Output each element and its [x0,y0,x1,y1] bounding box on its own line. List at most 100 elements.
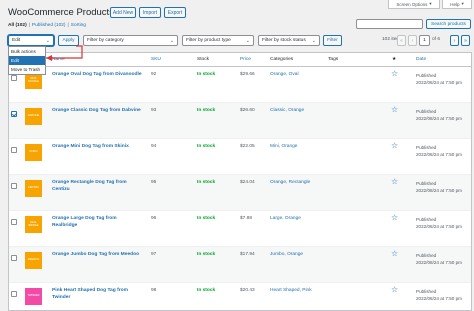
annotation-arrow [46,45,83,61]
product-price: $20.43 [240,288,255,293]
column-sku[interactable]: SKU [151,57,161,62]
featured-star-icon[interactable]: ☆ [391,70,398,78]
product-thumbnail[interactable]: DABVINE [25,108,42,125]
chevron-down-icon: ▾ [429,1,432,6]
next-page-button[interactable]: › [450,35,459,46]
product-categories[interactable]: Jumbo, Orange [270,252,303,257]
table-row[interactable]: TWINDER Pink Heart Shaped Dog Tag from Tw… [9,283,471,311]
row-checkbox[interactable] [11,291,17,297]
table-row[interactable]: MEEDOO Orange Jumbo Dog Tag from Meedoo 97… [9,247,471,283]
product-sku: 93 [151,108,157,113]
row-checkbox[interactable] [11,255,17,261]
search-products-button[interactable]: Search products [426,19,471,29]
screen-options-tab[interactable]: Screen Options ▾ [388,0,440,9]
product-thumbnail[interactable]: MEEDOO [25,252,42,269]
table-row[interactable]: DABVINE Orange Classic Dog Tag from Dabvi… [9,103,471,139]
product-name-link[interactable]: Orange Jumbo Dog Tag from Meedoo [52,251,142,258]
column-date[interactable]: Date [416,57,426,62]
prev-page-button[interactable]: ‹ [408,35,417,46]
publish-status: Published [416,109,437,114]
product-categories[interactable]: Classic, Orange [270,108,304,113]
thumbnail-brand-text: REAL BRIDGE [28,220,39,227]
table-row[interactable]: DIVA NOODLE Orange Oval Dog Tag from Diva… [9,67,471,103]
publish-datetime: 2022/08/24 at 7:50 pm [416,116,462,121]
last-page-button[interactable]: » [461,35,470,46]
bulk-option-bulk-actions[interactable]: Bulk actions [9,47,45,56]
product-categories[interactable]: Heart Shaped, Pink [270,288,312,293]
product-price: $24.04 [240,180,255,185]
current-page-input[interactable]: 1 [419,35,430,46]
product-sku: 92 [151,72,157,77]
filter-button[interactable]: Filter [323,35,342,46]
products-table: Name SKU Stock Price Categories Tags ★ D… [8,52,472,311]
product-categories[interactable]: Orange, Oval [270,72,299,77]
table-row[interactable]: CENTIZU Orange Rectangle Dog Tag from Cen… [9,175,471,211]
featured-star-icon[interactable]: ☆ [391,142,398,150]
product-categories[interactable]: Mini, Orange [270,144,297,149]
chevron-down-icon: ⌄ [245,38,250,44]
bulk-option-move-to-trash[interactable]: Move to Trash [9,65,45,74]
product-price: $26.60 [240,108,255,113]
product-thumbnail[interactable]: SKINIX [25,144,42,161]
publish-status: Published [416,181,437,186]
row-checkbox[interactable] [11,147,17,153]
product-sku: 97 [151,252,157,257]
featured-star-icon[interactable]: ☆ [391,178,398,186]
product-name-link[interactable]: Orange Oval Dog Tag from Divanoodle [52,71,142,78]
table-row[interactable]: SKINIX Orange Mini Dog Tag from Skinix 94 I… [9,139,471,175]
row-checkbox[interactable] [11,183,17,189]
import-button[interactable]: Import [139,7,161,18]
product-type-filter-select[interactable]: Filter by product type ⌄ [182,35,254,46]
row-checkbox[interactable] [11,111,17,117]
product-name-link[interactable]: Pink Heart Shaped Dog Tag from Twinder [52,287,142,301]
product-thumbnail[interactable]: CENTIZU [25,180,42,197]
publish-status: Published [416,145,437,150]
featured-star-icon[interactable]: ☆ [391,214,398,222]
publish-date: Published 2022/08/24 at 7:50 pm [416,144,472,158]
product-sku: 96 [151,216,157,221]
stock-status-filter-select[interactable]: Filter by stock status ⌄ [258,35,320,46]
page-title: WooCommerce Products [8,7,114,18]
product-thumbnail[interactable]: TWINDER [25,288,42,305]
featured-star-icon[interactable]: ☆ [391,106,398,114]
screen-options-label: Screen Options [396,1,428,7]
featured-star-icon[interactable]: ☆ [391,250,398,258]
product-price: $22.05 [240,144,255,149]
product-name-link[interactable]: Orange Mini Dog Tag from Skinix [52,143,142,150]
product-name-link[interactable]: Orange Large Dog Tag from Realbridge [52,215,142,229]
product-name-link[interactable]: Orange Rectangle Dog Tag from Centizu [52,179,142,193]
row-checkbox[interactable] [11,219,17,225]
view-published[interactable]: Published (102) [32,23,66,28]
view-sorting[interactable]: Sorting [71,23,86,28]
product-name-link[interactable]: Orange Classic Dog Tag from Dabvine [52,107,142,114]
search-input[interactable] [356,19,423,29]
featured-star-icon[interactable]: ☆ [391,286,398,294]
product-categories[interactable]: Orange, Rectangle [270,180,310,185]
product-sku: 98 [151,288,157,293]
bulk-option-edit[interactable]: Edit [9,56,45,65]
product-thumbnail[interactable]: REAL BRIDGE [25,216,42,233]
stock-status: In stock [197,72,216,77]
product-categories[interactable]: Large, Orange [270,216,301,221]
stock-status: In stock [197,108,216,113]
export-button[interactable]: Export [164,7,186,18]
add-new-button[interactable]: Add New [110,7,136,18]
product-sku: 94 [151,144,157,149]
first-page-button[interactable]: « [397,35,406,46]
page-total: of 6 [432,37,441,42]
category-filter-value: Filter by category [87,38,124,43]
publish-datetime: 2022/08/24 at 7:50 pm [416,80,462,85]
stock-status: In stock [197,288,216,293]
column-price[interactable]: Price [240,57,251,62]
help-tab[interactable]: Help ▾ [442,0,472,9]
stock-status: In stock [197,144,216,149]
view-separator: | [28,23,30,28]
publish-status: Published [416,289,437,294]
column-featured-star-icon[interactable]: ★ [392,57,396,62]
publish-date: Published 2022/08/24 at 7:50 pm [416,180,472,194]
table-row[interactable]: REAL BRIDGE Orange Large Dog Tag from Rea… [9,211,471,247]
row-checkbox[interactable] [11,75,17,81]
bulk-actions-dropdown: Bulk actions Edit Move to Trash [8,46,46,75]
chevron-down-icon: ▾ [461,1,464,6]
view-all[interactable]: All (102) [8,23,27,28]
